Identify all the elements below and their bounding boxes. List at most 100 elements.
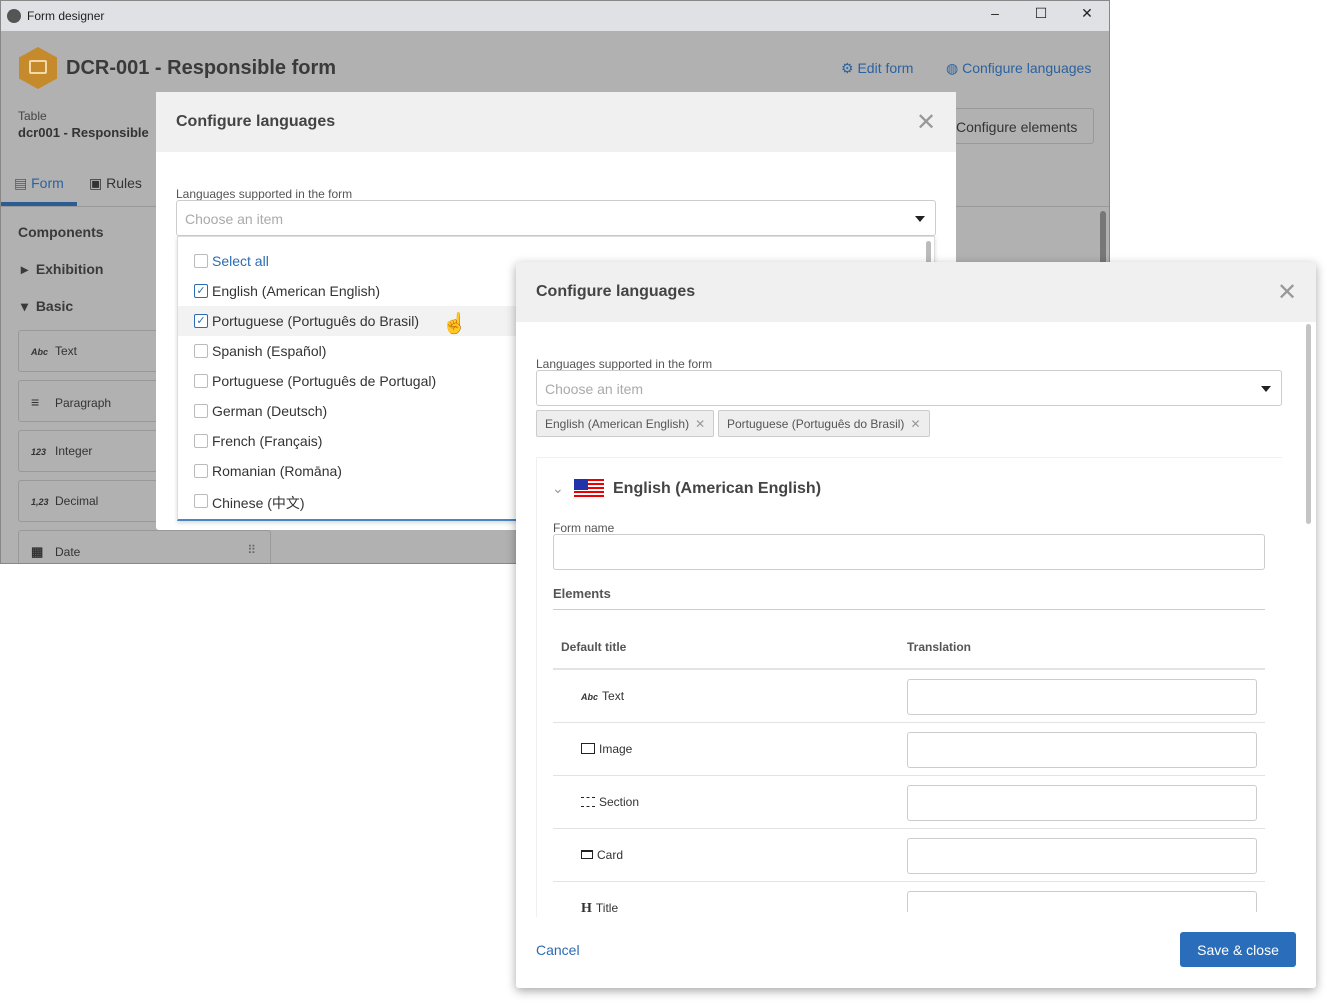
checkbox[interactable] — [194, 464, 208, 478]
integer-icon: 123 — [31, 447, 47, 457]
checkbox[interactable] — [194, 494, 208, 508]
section-icon — [581, 795, 599, 809]
calendar-icon: ▦ — [31, 544, 44, 559]
abc-icon: Abc — [31, 347, 49, 357]
divider — [553, 609, 1265, 610]
image-icon — [581, 742, 599, 756]
component-paragraph[interactable]: ≡ Paragraph — [18, 380, 158, 422]
modal-header: Configure languages ✕ — [156, 92, 956, 152]
edit-form-link[interactable]: ⚙ Edit form — [841, 60, 913, 77]
component-decimal[interactable]: 1,23 Decimal — [18, 480, 158, 522]
minimize-button[interactable]: – — [980, 5, 1010, 27]
section-title: English (American English) — [613, 480, 822, 497]
table-value: dcr001 - Responsible — [18, 125, 149, 140]
paragraph-icon: ≡ — [31, 394, 40, 410]
elements-heading: Elements — [553, 586, 611, 601]
column-translation: Translation — [907, 640, 972, 654]
translation-input[interactable] — [907, 785, 1257, 821]
language-tag: English (American English) ✕ — [536, 410, 715, 437]
group-basic[interactable]: ▾ Basic — [21, 298, 73, 315]
component-label: Decimal — [55, 494, 99, 508]
checkbox[interactable] — [194, 434, 208, 448]
component-label: Text — [55, 344, 78, 358]
drag-handle-icon[interactable]: ⠿ — [247, 543, 256, 557]
hand-cursor-icon: ☝ — [442, 313, 467, 335]
form-name-label: Form name — [553, 521, 615, 535]
form-logo-icon — [19, 47, 57, 89]
checkbox[interactable] — [194, 374, 208, 388]
modal-title: Configure languages — [176, 113, 336, 130]
component-text[interactable]: Abc Text — [18, 330, 158, 372]
option-label: English (American English) — [212, 283, 381, 299]
checkbox[interactable] — [194, 404, 208, 418]
globe-icon — [7, 9, 21, 23]
component-date[interactable]: ▦ Date ⠿ — [18, 530, 271, 563]
translation-input[interactable] — [907, 838, 1257, 874]
form-name-input[interactable] — [553, 534, 1265, 570]
translation-input[interactable] — [907, 679, 1257, 715]
tab-form-label: Form — [31, 175, 64, 191]
configure-languages-link[interactable]: ◍ Configure languages — [946, 60, 1091, 77]
abc-icon: Abc — [581, 692, 599, 702]
components-heading: Components — [18, 224, 104, 240]
configure-languages-label: Configure languages — [962, 60, 1092, 76]
column-default-title: Default title — [561, 640, 627, 654]
remove-tag-icon[interactable]: ✕ — [910, 417, 920, 431]
modal-scrollbar[interactable] — [1306, 324, 1311, 524]
table-label: Table — [18, 109, 47, 123]
option-label: Chinese (中文) — [212, 495, 305, 511]
active-tab-indicator — [1, 202, 77, 206]
tab-rules[interactable]: ▣ Rules — [89, 175, 142, 192]
us-flag-icon — [574, 479, 604, 499]
chevron-down-icon[interactable]: ⌄ — [552, 480, 564, 497]
translation-input[interactable] — [907, 891, 1257, 912]
option-label: French (Français) — [212, 433, 323, 449]
window-title: Form designer — [27, 9, 105, 23]
select-placeholder: Choose an item — [185, 211, 284, 227]
tag-label: Portuguese (Português do Brasil) — [727, 417, 905, 431]
element-row: Abc Text — [553, 670, 1265, 723]
option-label: Select all — [212, 253, 269, 269]
element-row: Section — [553, 776, 1265, 829]
translation-input[interactable] — [907, 732, 1257, 768]
element-label: Title — [595, 901, 619, 912]
languages-select[interactable]: Choose an item — [176, 200, 936, 236]
edit-form-label: Edit form — [857, 60, 914, 76]
checkbox[interactable] — [194, 344, 208, 358]
page-title: DCR-001 - Responsible form — [66, 57, 337, 79]
close-icon[interactable]: ✕ — [916, 108, 936, 137]
group-exhibition[interactable]: ▸ Exhibition — [21, 261, 103, 278]
remove-tag-icon[interactable]: ✕ — [695, 417, 705, 431]
languages-select[interactable]: Choose an item — [536, 370, 1282, 406]
modal-title: Configure languages — [536, 283, 696, 300]
component-integer[interactable]: 123 Integer — [18, 430, 158, 472]
option-label: Romanian (Romāna) — [212, 463, 342, 479]
close-icon[interactable]: ✕ — [1277, 278, 1297, 307]
element-row: H Title — [553, 882, 1265, 912]
globe-icon: ◍ — [946, 60, 963, 76]
languages-label: Languages supported in the form — [536, 357, 713, 371]
decimal-icon: 1,23 — [31, 497, 49, 507]
checkbox[interactable]: ✓ — [194, 314, 208, 328]
group-label: Exhibition — [35, 261, 104, 277]
elements-table: Abc Text Image Section Card H Title — [553, 670, 1265, 912]
gear-icon: ⚙ — [841, 60, 858, 76]
element-label: Section — [599, 795, 640, 809]
modal-header: Configure languages ✕ — [516, 262, 1316, 322]
save-close-button[interactable]: Save & close — [1180, 932, 1296, 967]
cancel-button[interactable]: Cancel — [536, 942, 580, 958]
tab-rules-label: Rules — [106, 175, 142, 191]
tag-label: English (American English) — [545, 417, 690, 431]
option-label: Spanish (Español) — [212, 343, 327, 359]
maximize-button[interactable]: ☐ — [1026, 5, 1056, 27]
component-label: Integer — [55, 444, 93, 458]
option-label: Portuguese (Português de Portugal) — [212, 373, 437, 389]
checkbox[interactable] — [194, 254, 208, 268]
component-label: Date — [55, 545, 81, 559]
select-placeholder: Choose an item — [545, 381, 644, 397]
checkbox[interactable]: ✓ — [194, 284, 208, 298]
element-row: Card — [553, 829, 1265, 882]
option-label: Portuguese (Português do Brasil) — [212, 313, 419, 329]
tab-form[interactable]: ▤ Form — [14, 175, 64, 192]
close-window-button[interactable]: ✕ — [1072, 5, 1102, 27]
